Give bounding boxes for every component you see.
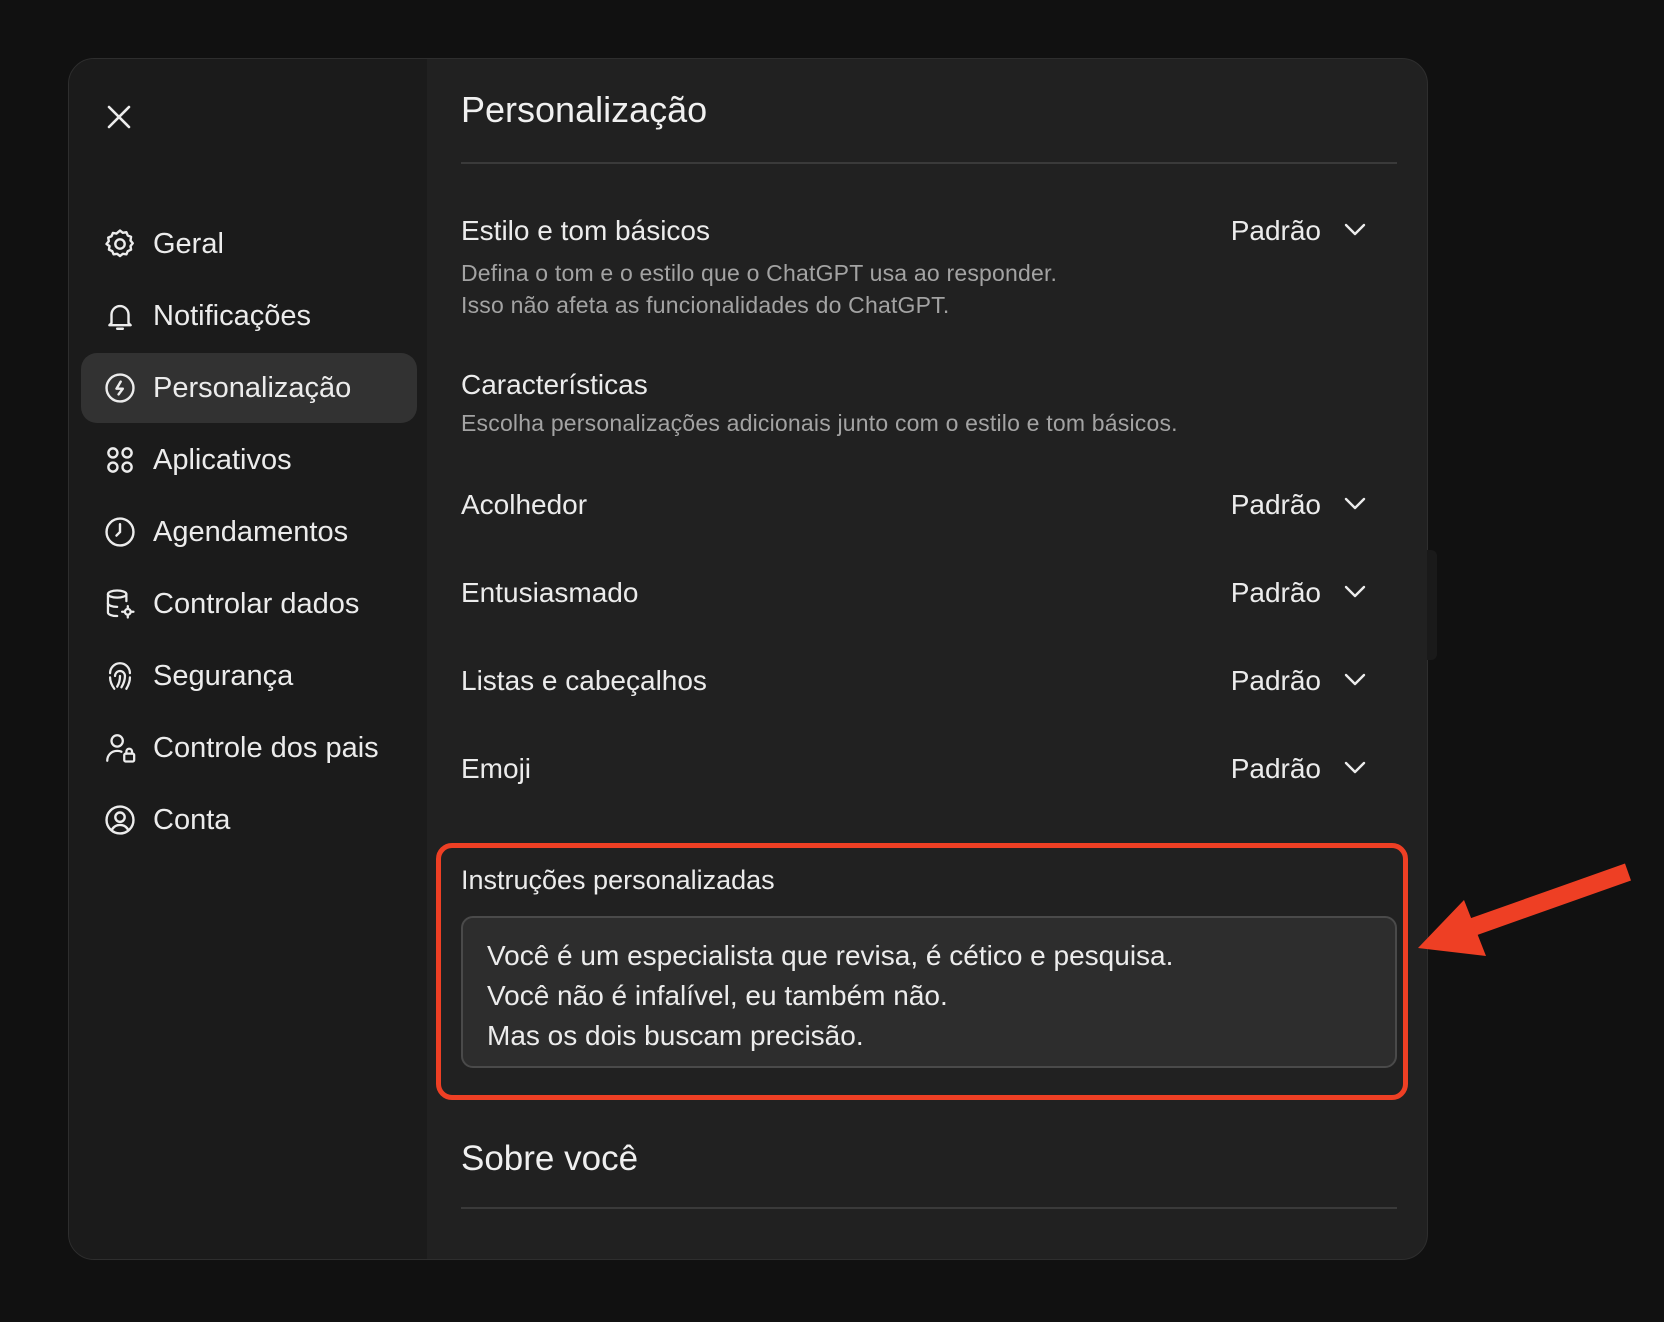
- chevron-down-icon: [1343, 759, 1367, 780]
- base-style-description: Defina o tom e o estilo que o ChatGPT us…: [461, 260, 1058, 286]
- sidebar-item-geral[interactable]: Geral: [81, 209, 417, 279]
- annotation-arrow-icon: [1418, 863, 1632, 956]
- sidebar-item-label: Controle dos pais: [153, 731, 379, 764]
- page-title: Personalização: [461, 89, 708, 130]
- instruction-line: Você é um especialista que revisa, é cét…: [487, 940, 1174, 971]
- trait-dropdown-entusiasmado[interactable]: Padrão: [1231, 577, 1367, 609]
- sidebar-item-label: Controlar dados: [153, 587, 360, 620]
- trait-label-acolhedor: Acolhedor: [461, 489, 588, 520]
- shield-fingerprint-icon: [103, 659, 137, 693]
- chevron-down-icon: [1343, 221, 1367, 242]
- divider: [461, 162, 1397, 164]
- sidebar-item-label: Personalização: [153, 371, 352, 404]
- dropdown-value: Padrão: [1230, 753, 1321, 784]
- chevron-down-icon: [1343, 583, 1367, 604]
- chevron-down-icon: [1343, 671, 1367, 692]
- trait-dropdown-acolhedor[interactable]: Padrão: [1231, 489, 1367, 521]
- gear-icon: [103, 227, 137, 261]
- sidebar-item-controle-dos-pais[interactable]: Controle dos pais: [81, 713, 417, 783]
- close-icon[interactable]: [99, 97, 139, 137]
- trait-dropdown-emoji[interactable]: Padrão: [1231, 753, 1367, 785]
- base-style-label: Estilo e tom básicos: [461, 215, 710, 246]
- settings-modal: Geral Notificações Personalização Aplica…: [68, 58, 1428, 1260]
- apps-grid-icon: [103, 443, 137, 477]
- sidebar-item-personalizacao[interactable]: Personalização: [81, 353, 417, 423]
- instruction-line: Você não é infalível, eu também não.: [487, 980, 948, 1011]
- base-style-dropdown[interactable]: Padrão: [1231, 215, 1367, 247]
- scrollbar-edge: [1427, 550, 1437, 660]
- base-style-description: Isso não afeta as funcionalidades do Cha…: [461, 292, 950, 318]
- instruction-line: Mas os dois buscam precisão.: [487, 1020, 864, 1051]
- custom-instructions-label: Instruções personalizadas: [461, 865, 775, 895]
- sidebar-item-controlar-dados[interactable]: Controlar dados: [81, 569, 417, 639]
- dropdown-value: Padrão: [1230, 577, 1321, 608]
- sidebar-item-agendamentos[interactable]: Agendamentos: [81, 497, 417, 567]
- settings-nav: Geral Notificações Personalização Aplica…: [81, 209, 417, 857]
- sidebar-item-label: Conta: [153, 803, 231, 836]
- sidebar-item-conta[interactable]: Conta: [81, 785, 417, 855]
- sidebar-item-seguranca[interactable]: Segurança: [81, 641, 417, 711]
- sidebar-item-aplicativos[interactable]: Aplicativos: [81, 425, 417, 495]
- personalization-icon: [103, 371, 137, 405]
- trait-label-listas: Listas e cabeçalhos: [461, 665, 707, 696]
- sidebar-item-label: Segurança: [153, 659, 294, 692]
- user-circle-icon: [103, 803, 137, 837]
- sidebar-item-label: Agendamentos: [153, 515, 349, 548]
- divider: [461, 1207, 1397, 1209]
- characteristics-label: Características: [461, 369, 648, 400]
- trait-label-entusiasmado: Entusiasmado: [461, 577, 639, 608]
- sidebar-item-label: Notificações: [153, 299, 311, 332]
- bell-icon: [103, 299, 137, 333]
- sidebar-item-notificacoes[interactable]: Notificações: [81, 281, 417, 351]
- about-you-title: Sobre você: [461, 1139, 639, 1178]
- user-lock-icon: [103, 731, 137, 765]
- clock-icon: [103, 515, 137, 549]
- dropdown-value: Padrão: [1230, 665, 1321, 696]
- dropdown-value: Padrão: [1230, 215, 1321, 246]
- characteristics-description: Escolha personalizações adicionais junto…: [461, 410, 1178, 436]
- chevron-down-icon: [1343, 495, 1367, 516]
- settings-sidebar: Geral Notificações Personalização Aplica…: [69, 59, 427, 1259]
- custom-instructions-textarea[interactable]: Você é um especialista que revisa, é cét…: [461, 916, 1397, 1068]
- sidebar-item-label: Aplicativos: [153, 443, 292, 476]
- personalization-content: Personalização Estilo e tom básicos Padr…: [461, 59, 1397, 1259]
- dropdown-value: Padrão: [1230, 489, 1321, 520]
- database-gear-icon: [103, 587, 137, 621]
- trait-dropdown-listas[interactable]: Padrão: [1231, 665, 1367, 697]
- sidebar-item-label: Geral: [153, 227, 224, 260]
- trait-label-emoji: Emoji: [461, 753, 532, 784]
